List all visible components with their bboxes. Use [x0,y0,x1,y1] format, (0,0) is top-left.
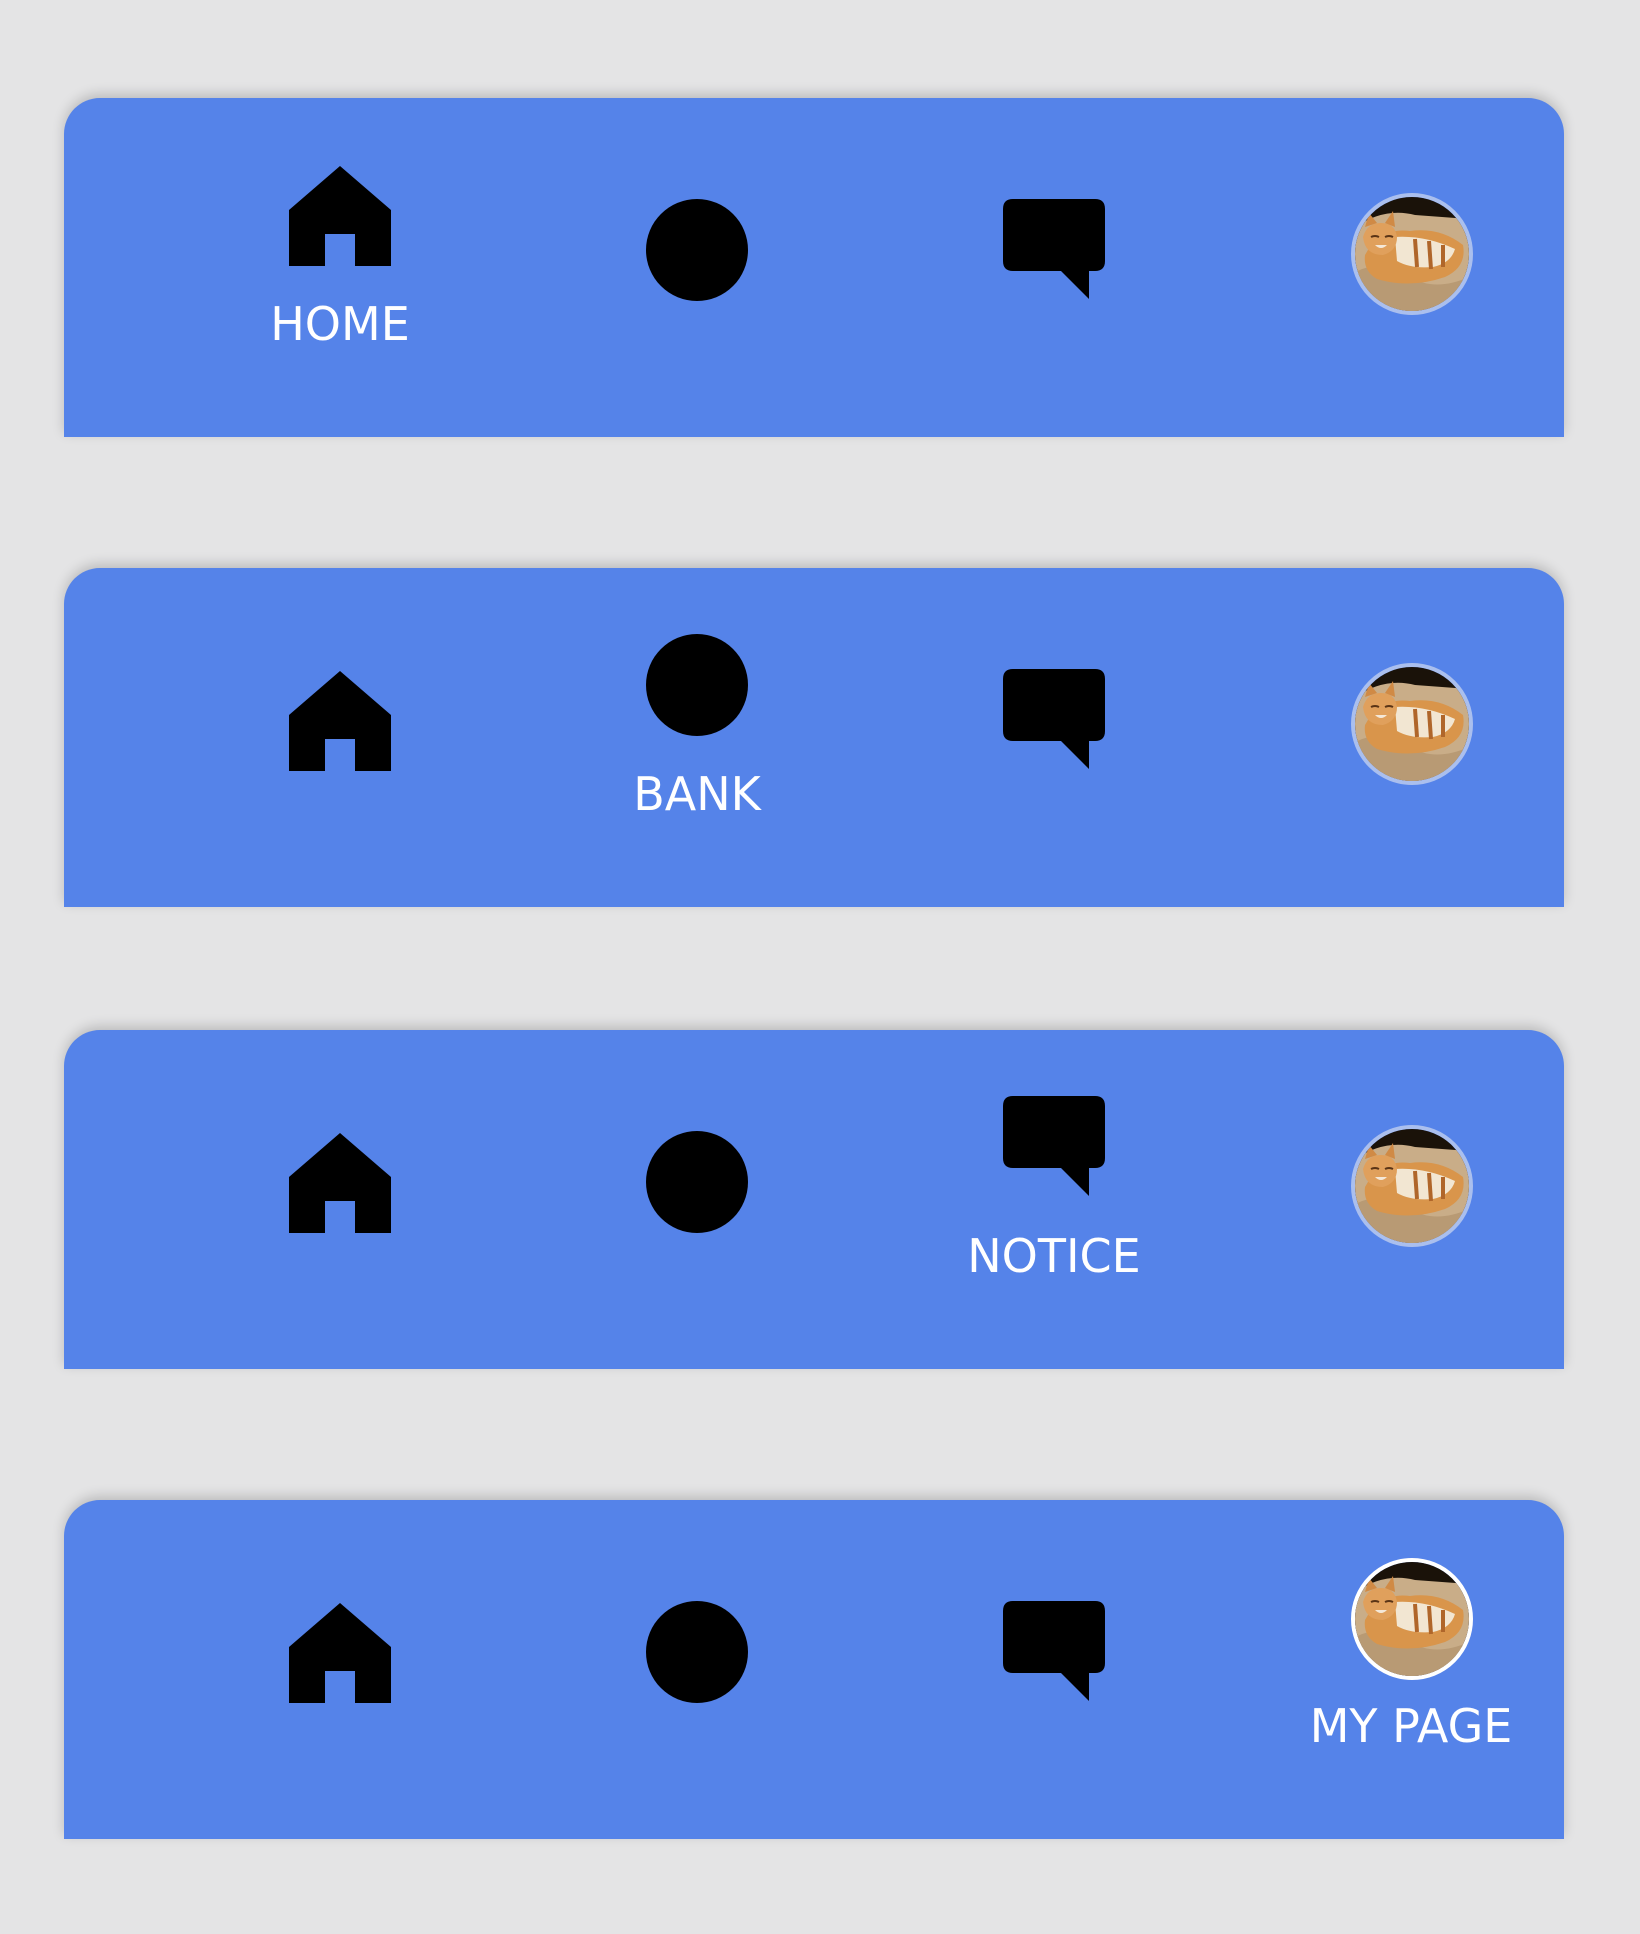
nav-item-home[interactable] [160,568,520,907]
nav-item-mypage[interactable]: MY PAGE [1231,1500,1591,1839]
nav-item-home[interactable] [160,1030,520,1369]
won-circle-icon [642,1127,752,1237]
nav-item-bank[interactable] [517,1030,877,1369]
nav-item-notice[interactable] [874,98,1234,437]
nav-item-notice[interactable]: NOTICE [874,1030,1234,1369]
bottom-nav-bar-home-selected: HOME [64,98,1564,437]
home-icon [285,160,395,270]
nav-item-mypage[interactable] [1231,568,1591,907]
nav-label-home: HOME [270,297,410,351]
won-circle-icon [642,630,752,740]
chat-bubble-icon [999,1092,1109,1202]
nav-item-notice[interactable] [874,568,1234,907]
nav-item-bank[interactable]: BANK [517,568,877,907]
home-icon [285,665,395,775]
chat-bubble-icon [999,195,1109,305]
avatar [1351,1558,1473,1680]
avatar [1351,1125,1473,1247]
won-circle-icon [642,1597,752,1707]
nav-item-notice[interactable] [874,1500,1234,1839]
won-circle-icon [642,195,752,305]
nav-item-mypage[interactable] [1231,1030,1591,1369]
nav-item-mypage[interactable] [1231,98,1591,437]
bottom-nav-bar-mypage-selected: MY PAGE [64,1500,1564,1839]
avatar [1351,193,1473,315]
home-icon [285,1127,395,1237]
chat-bubble-icon [999,665,1109,775]
bottom-nav-bar-notice-selected: NOTICE [64,1030,1564,1369]
nav-item-bank[interactable] [517,98,877,437]
nav-label-notice: NOTICE [967,1229,1141,1283]
nav-item-bank[interactable] [517,1500,877,1839]
avatar [1351,663,1473,785]
home-icon [285,1597,395,1707]
chat-bubble-icon [999,1597,1109,1707]
bottom-nav-bar-bank-selected: BANK [64,568,1564,907]
nav-label-bank: BANK [633,767,761,821]
nav-label-mypage: MY PAGE [1309,1699,1513,1753]
nav-item-home[interactable]: HOME [160,98,520,437]
nav-item-home[interactable] [160,1500,520,1839]
